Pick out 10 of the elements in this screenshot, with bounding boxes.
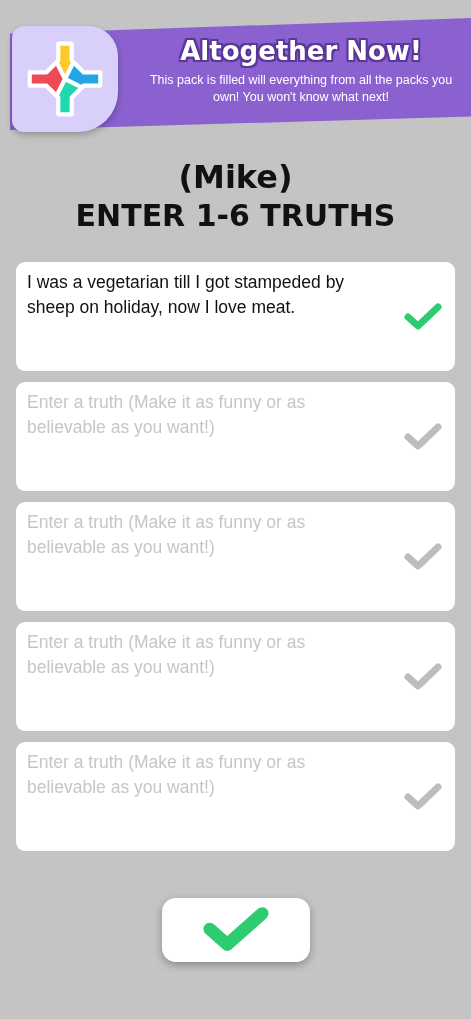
truth-field[interactable]: I was a vegetarian till I got stampeded by sheep on holiday, now I love meat. (16, 262, 455, 371)
truth-field[interactable]: Enter a truth (Make it as funny or as believable as you want!) (16, 622, 455, 731)
instruction-heading: ENTER 1-6 TRUTHS (74, 197, 397, 235)
truth-field[interactable]: Enter a truth (Make it as funny or as believable as you want!) (16, 502, 455, 611)
pack-description: This pack is filled will everything from all the packs you own! You won't know what next! (148, 72, 454, 106)
player-name: (Mike) (177, 158, 294, 196)
pack-title: Altogether Now! (180, 36, 422, 66)
truth-field[interactable]: Enter a truth (Make it as funny or as believable as you want!) (16, 382, 455, 491)
truth-field[interactable]: Enter a truth (Make it as funny or as believable as you want!) (16, 742, 455, 851)
confirm-button[interactable] (161, 898, 310, 962)
